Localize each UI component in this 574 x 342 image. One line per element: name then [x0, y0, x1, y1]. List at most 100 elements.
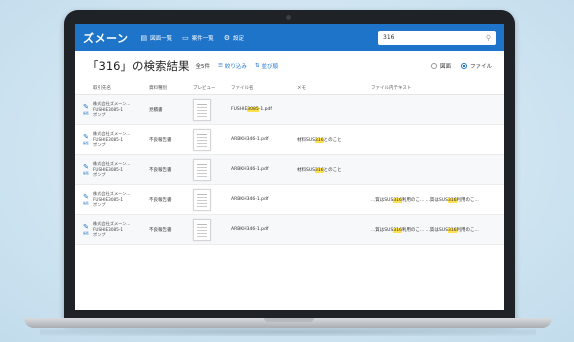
- sort-button[interactable]: ⇅ 並び順: [255, 62, 278, 70]
- file-name-text: 346-1.pdf: [246, 197, 269, 202]
- table-row[interactable]: ✎ 編集 株式会社ズメーン... FUSHIE3085-1 ポンプ 不良報告書 …: [75, 185, 504, 215]
- results-table-body: ✎ 編集 株式会社ズメーン... FUSHIE3085-1 ポンプ 見積書 FU…: [75, 95, 504, 245]
- memo-text: 材料SUS: [297, 137, 316, 143]
- match-highlight: 316: [393, 227, 402, 233]
- memo-text: 材料SUS: [297, 167, 316, 173]
- file-text: ...質はSUS: [371, 197, 394, 203]
- file-name-text: ARBKH: [231, 227, 247, 232]
- filter-button[interactable]: ☰ 絞り込み: [218, 62, 247, 70]
- item-name: ポンプ: [93, 142, 106, 148]
- laptop-screen: ズメーン ▤ 図面一覧 ▭ 案件一覧 ⚙ 設定 316 ⚲ 「316」の検索結果…: [75, 24, 504, 310]
- view-toggle: 図面 ファイル: [421, 62, 492, 70]
- radio-icon: [430, 63, 437, 69]
- match-highlight: 3085: [247, 107, 259, 112]
- match-highlight: 316: [447, 197, 457, 203]
- file-name-text: 346-1.pdf: [246, 167, 269, 172]
- column-header[interactable]: メモ: [297, 85, 371, 91]
- edit-icon: ✎: [83, 103, 89, 111]
- preview-cell: [193, 218, 231, 241]
- nav-label: 設定: [233, 35, 245, 42]
- file-name-text: 346-1.pdf: [246, 137, 269, 142]
- table-row[interactable]: ✎ 編集 株式会社ズメーン... FUSHIE3085-1 ポンプ 不良報告書 …: [75, 125, 504, 155]
- match-highlight: 316: [315, 167, 324, 173]
- table-row[interactable]: ✎ 編集 株式会社ズメーン... FUSHIE3085-1 ポンプ 不良報告書 …: [75, 155, 504, 185]
- file-name-link[interactable]: ARBKH346-1.pdf: [231, 197, 297, 202]
- list-icon: ▤: [140, 33, 148, 42]
- edit-cell: ✎ 編集: [79, 103, 93, 116]
- company-cell: 株式会社ズメーン... FUSHIE3085-1 ポンプ: [93, 221, 149, 238]
- edit-button[interactable]: ✎ 編集: [79, 193, 93, 206]
- file-name-link[interactable]: ARBKH346-1.pdf: [231, 227, 297, 232]
- memo-cell: 材料SUS316とのこと: [297, 137, 371, 143]
- document-type: 不良報告書: [149, 137, 172, 143]
- edit-label: 編集: [82, 231, 89, 235]
- nav-label: 図面一覧: [150, 35, 173, 42]
- result-count: 全5件: [195, 64, 210, 70]
- folder-icon: ▭: [182, 33, 189, 42]
- app-logo[interactable]: ズメーン: [83, 30, 128, 46]
- edit-button[interactable]: ✎ 編集: [79, 103, 93, 116]
- results-title-row: 「316」の検索結果 全5件 ☰ 絞り込み ⇅ 並び順 図面 ファイル: [75, 51, 504, 81]
- file-name-link[interactable]: ARBKH346-1.pdf: [231, 137, 297, 142]
- file-name-text: ARBKH: [231, 197, 247, 202]
- edit-button[interactable]: ✎ 編集: [79, 224, 93, 236]
- edit-label: 編集: [82, 171, 89, 175]
- item-name: ポンプ: [93, 112, 106, 118]
- file-name-text: ARBKH: [231, 167, 247, 172]
- edit-cell: ✎ 編集: [79, 134, 93, 146]
- file-text: 利用のこ...: [401, 197, 425, 203]
- document-type: 不良報告書: [149, 227, 172, 233]
- laptop-base: [24, 318, 552, 328]
- document-thumbnail[interactable]: [193, 218, 211, 241]
- table-header: 取引先名 資料種別 プレビュー ファイル名 メモ ファイル内テキスト: [75, 81, 504, 95]
- edit-icon: ✎: [83, 163, 89, 171]
- document-thumbnail[interactable]: [193, 158, 211, 181]
- document-type: 見積書: [149, 107, 163, 113]
- sort-label: 並び順: [261, 64, 279, 70]
- column-header[interactable]: ファイル名: [231, 85, 297, 91]
- match-highlight: 316: [393, 197, 402, 203]
- nav-item-drawings[interactable]: ▤ 図面一覧: [140, 34, 172, 42]
- edit-button[interactable]: ✎ 編集: [79, 163, 93, 176]
- preview-cell: [193, 188, 231, 211]
- column-header[interactable]: 資料種別: [149, 85, 193, 91]
- table-row[interactable]: ✎ 編集 株式会社ズメーン... FUSHIE3085-1 ポンプ 不良報告書 …: [75, 215, 504, 245]
- edit-button[interactable]: ✎ 編集: [79, 134, 93, 146]
- file-text: ...質はSUS: [425, 197, 448, 203]
- nav-item-settings[interactable]: ⚙ 設定: [224, 34, 244, 42]
- file-text: ...質はSUS: [425, 227, 448, 233]
- document-thumbnail[interactable]: [193, 188, 211, 211]
- webcam: [286, 15, 291, 20]
- laptop-shadow: [40, 328, 536, 336]
- file-text-cell: ...質はSUS316利用のこ... ...質はSUS316利用のこ...: [371, 227, 501, 233]
- edit-label: 編集: [82, 201, 89, 205]
- edit-icon: ✎: [83, 193, 89, 201]
- filter-icon: ☰: [217, 63, 223, 69]
- document-type: 不良報告書: [149, 167, 172, 173]
- file-text: ...質はSUS: [371, 227, 394, 233]
- laptop-lid: ズメーン ▤ 図面一覧 ▭ 案件一覧 ⚙ 設定 316 ⚲ 「316」の検索結果…: [64, 10, 515, 324]
- edit-cell: ✎ 編集: [79, 224, 93, 236]
- item-name: ポンプ: [93, 172, 106, 178]
- search-icon[interactable]: ⚲: [486, 34, 491, 42]
- toggle-option-drawings[interactable]: 図面: [430, 62, 451, 70]
- document-thumbnail[interactable]: [193, 98, 211, 121]
- filter-label: 絞り込み: [224, 64, 247, 70]
- page-title: 「316」の検索結果: [87, 59, 190, 73]
- item-name: ポンプ: [93, 202, 106, 208]
- file-text-cell: ...質はSUS316利用のこ... ...質はSUS316利用のこ...: [371, 197, 501, 203]
- toggle-option-files[interactable]: ファイル: [460, 62, 492, 70]
- edit-label: 編集: [82, 111, 89, 115]
- memo-text: とのこと: [323, 137, 342, 143]
- laptop-base-notch: [264, 318, 314, 322]
- nav-item-projects[interactable]: ▭ 案件一覧: [182, 34, 214, 42]
- edit-label: 編集: [82, 141, 89, 145]
- file-text: 利用のこ...: [456, 197, 479, 203]
- file-name-link[interactable]: FUSHIE3085-1.pdf: [231, 107, 297, 112]
- file-name-link[interactable]: ARBKH346-1.pdf: [231, 167, 297, 172]
- column-header[interactable]: 取引先名: [93, 85, 149, 91]
- memo-text: とのこと: [323, 167, 342, 173]
- table-row[interactable]: ✎ 編集 株式会社ズメーン... FUSHIE3085-1 ポンプ 見積書 FU…: [75, 95, 504, 125]
- search-input[interactable]: 316 ⚲: [378, 30, 496, 45]
- document-thumbnail[interactable]: [193, 128, 211, 151]
